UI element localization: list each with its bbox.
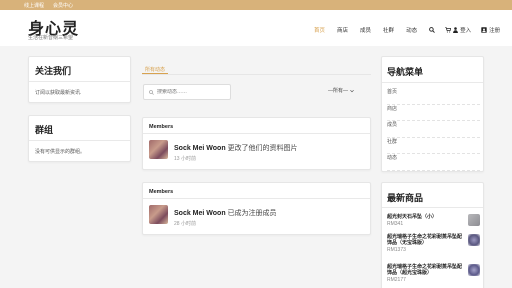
activity-item: Members Sock Mei Woon 更改了他们的资料图片 13 小时前 <box>142 117 371 170</box>
nav-menu-item-activity[interactable]: 动态 <box>387 154 480 171</box>
product-item[interactable]: 超光瑞格子生命之花彩耐蒸吊坠配饰品（超光宝珠版） RM2177 <box>387 264 480 283</box>
product-thumbnail[interactable] <box>468 214 480 226</box>
top-link-member-center[interactable]: 会员中心 <box>53 2 73 9</box>
product-price: RM341 <box>387 221 404 227</box>
divider <box>382 207 483 208</box>
activity-text: Sock Mei Woon 已成为注册成员 <box>174 208 277 218</box>
register-icon <box>481 27 487 33</box>
avatar[interactable] <box>149 205 168 224</box>
tab-all-activity[interactable]: 所有动态 <box>145 66 165 73</box>
main-nav: 首页 商店 成员 社群 动态 登入 注册 <box>314 26 500 34</box>
filter-selected-value: —所有— <box>328 88 349 94</box>
register-link[interactable]: 注册 <box>481 26 500 34</box>
product-thumbnail[interactable] <box>468 234 480 246</box>
product-price: RM2177 <box>387 277 406 283</box>
nav-menu-item-home[interactable]: 首页 <box>387 88 480 105</box>
activity-user-link[interactable]: Sock Mei Woon <box>174 145 226 152</box>
nav-item-activity[interactable]: 动态 <box>406 26 417 34</box>
groups-empty-text: 没有可供显示的群组。 <box>35 149 86 155</box>
activity-user-link[interactable]: Sock Mei Woon <box>174 210 226 217</box>
activity-item: Members Sock Mei Woon 已成为注册成员 28 小时前 <box>142 182 371 235</box>
nav-item-shop[interactable]: 商店 <box>337 26 348 34</box>
login-link[interactable]: 登入 <box>445 26 471 34</box>
register-label: 注册 <box>489 28 501 34</box>
widget-title: 最新商品 <box>387 193 424 203</box>
site-header: 身心灵 生活在新音纲三希望 首页 商店 成员 社群 动态 登入 注册 <box>0 10 512 46</box>
product-name[interactable]: 超光封天石吊坠（小） <box>387 214 462 220</box>
top-link-courses[interactable]: 线上课程 <box>24 2 44 9</box>
activity-timestamp[interactable]: 28 小时前 <box>174 220 196 227</box>
tab-divider <box>142 74 371 75</box>
newest-products-widget: 最新商品 超光封天石吊坠（小） RM341 超光瑞格子生命之花彩耐蒸吊坠配饰品（… <box>381 182 484 288</box>
avatar[interactable] <box>149 140 168 159</box>
nav-item-community[interactable]: 社群 <box>383 26 394 34</box>
product-name[interactable]: 超光瑞格子生命之花彩耐蒸吊坠配饰品（超光宝珠版） <box>387 264 462 276</box>
nav-menu-item-members[interactable]: 成员 <box>387 121 480 138</box>
nav-menu-item-shop[interactable]: 商店 <box>387 105 480 121</box>
nav-item-home[interactable]: 首页 <box>314 26 325 34</box>
groups-widget: 群组 没有可供显示的群组。 <box>28 115 131 162</box>
nav-menu-widget: 导航菜单 首页 商店 成员 社群 动态 <box>381 56 484 172</box>
search-input[interactable] <box>157 89 227 95</box>
widget-title: 关注我们 <box>35 66 72 76</box>
follow-text: 订阅以获取最新资讯. <box>35 90 82 96</box>
product-item[interactable]: 超光瑞格子生命之花彩耐蒸吊坠配饰品（无宝珠版） RM1373 <box>387 234 480 253</box>
activity-filter-select[interactable]: —所有— <box>328 87 354 94</box>
activity-search[interactable] <box>143 84 231 100</box>
user-icon <box>453 27 458 33</box>
follow-us-widget: 关注我们 订阅以获取最新资讯. <box>28 56 131 103</box>
divider <box>143 198 370 199</box>
nav-item-members[interactable]: 成员 <box>360 26 371 34</box>
divider <box>29 140 130 141</box>
nav-menu-item-community[interactable]: 社群 <box>387 138 480 154</box>
activity-action: 已成为注册成员 <box>227 210 277 217</box>
login-label: 登入 <box>460 28 472 34</box>
activity-action: 更改了他们的资料图片 <box>227 145 298 152</box>
divider <box>143 133 370 134</box>
cart-icon <box>445 27 452 33</box>
site-tagline: 生活在新音纲三希望 <box>28 35 74 41</box>
chevron-down-icon <box>350 89 354 92</box>
product-name[interactable]: 超光瑞格子生命之花彩耐蒸吊坠配饰品（无宝珠版） <box>387 234 462 246</box>
search-icon[interactable] <box>429 27 435 33</box>
activity-group-label: Members <box>149 189 174 195</box>
product-item[interactable]: 超光封天石吊坠（小） RM341 <box>387 214 480 227</box>
activity-group-label: Members <box>149 124 174 130</box>
divider <box>382 82 483 83</box>
widget-title: 导航菜单 <box>387 67 424 77</box>
divider <box>29 81 130 82</box>
widget-title: 群组 <box>35 125 54 135</box>
activity-text: Sock Mei Woon 更改了他们的资料图片 <box>174 143 298 153</box>
activity-timestamp[interactable]: 13 小时前 <box>174 155 196 162</box>
search-icon <box>149 89 154 95</box>
product-thumbnail[interactable] <box>468 264 480 276</box>
product-price: RM1373 <box>387 247 406 253</box>
top-bar: 线上课程 会员中心 <box>0 0 512 10</box>
nav-menu-list: 首页 商店 成员 社群 动态 <box>387 88 480 171</box>
